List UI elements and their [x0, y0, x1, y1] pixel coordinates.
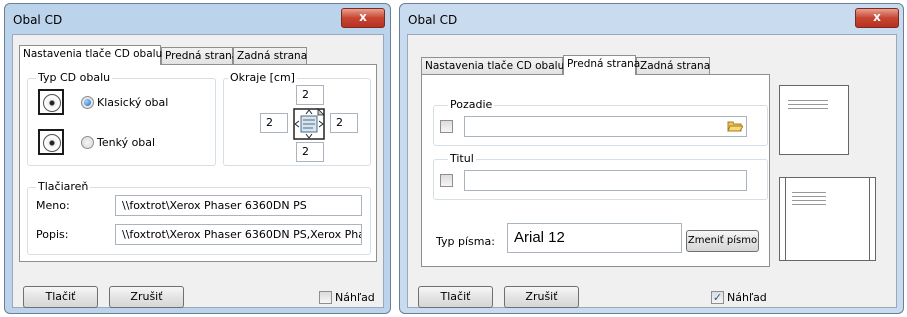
- cancel-button[interactable]: Zrušiť: [109, 286, 184, 308]
- title-text-field[interactable]: [464, 170, 747, 191]
- tab-front-side[interactable]: Predná strana: [563, 55, 640, 75]
- background-group: Pozadie: [433, 98, 768, 146]
- preview-text-lines: [792, 192, 826, 206]
- printer-description-field[interactable]: \\foxtrot\Xerox Phaser 6360DN PS,Xerox P…: [115, 224, 362, 245]
- tab-print-settings[interactable]: Nastavenia tlače CD obalu: [421, 57, 564, 74]
- title-bar[interactable]: Obal CD x: [400, 4, 903, 34]
- classic-case-icon: [38, 89, 64, 115]
- folder-open-icon[interactable]: [727, 119, 743, 133]
- cd-type-legend: Typ CD obalu: [36, 71, 113, 84]
- tab-back-side[interactable]: Zadná strana: [233, 47, 307, 64]
- tab-back-side[interactable]: Zadná strana: [636, 57, 710, 74]
- tab-panel: Typ CD obalu Klasický obal Tenký obal Ok…: [19, 64, 377, 262]
- preview-label[interactable]: Náhľad: [727, 291, 767, 304]
- dialog-front-side: Obal CD x Nastavenia tlače CD obalu Pred…: [399, 3, 904, 314]
- back-cover-preview: [779, 177, 876, 261]
- title-group: Titul: [433, 152, 768, 200]
- cd-type-group: Typ CD obalu Klasický obal Tenký obal: [27, 71, 216, 166]
- preview-checkbox[interactable]: [319, 291, 332, 304]
- page-margins-icon: [293, 108, 325, 140]
- tab-front-side[interactable]: Predná strana: [161, 47, 238, 64]
- font-label: Typ písma:: [436, 235, 495, 248]
- spine-line-left: [785, 178, 786, 260]
- classic-case-radio[interactable]: [81, 96, 94, 109]
- front-cover-preview: [779, 85, 849, 155]
- dialog-print-settings: Obal CD x Nastavenia tlače CD obalu Pred…: [4, 3, 391, 314]
- background-legend: Pozadie: [448, 98, 495, 111]
- close-icon: x: [359, 10, 367, 24]
- margins-legend: Okraje [cm]: [228, 71, 297, 84]
- title-bar[interactable]: Obal CD x: [5, 4, 390, 34]
- margin-left-field[interactable]: 2: [260, 113, 288, 133]
- printer-description-label: Popis:: [36, 228, 69, 241]
- margins-group: Okraje [cm] 2 2 2 2: [223, 71, 371, 166]
- window-title: Obal CD: [408, 13, 458, 27]
- tab-panel: Pozadie Titul Typ písma: Arial 12 Zmeniť…: [421, 74, 770, 267]
- margin-top-field[interactable]: 2: [296, 85, 324, 105]
- change-font-button[interactable]: Zmeniť písmo: [686, 230, 759, 252]
- thin-case-icon: [38, 129, 64, 155]
- dialog-client-area: Nastavenia tlače CD obalu Predná strana …: [12, 34, 384, 308]
- print-button[interactable]: Tlačiť: [23, 286, 98, 308]
- close-button[interactable]: x: [855, 8, 899, 28]
- printer-group: Tlačiareň Meno: \\foxtrot\Xerox Phaser 6…: [27, 180, 371, 255]
- dialog-client-area: Nastavenia tlače CD obalu Predná strana …: [407, 34, 897, 308]
- margin-bottom-field[interactable]: 2: [296, 142, 324, 162]
- preview-checkbox[interactable]: ✓: [711, 291, 724, 304]
- thin-case-label[interactable]: Tenký obal: [97, 136, 155, 149]
- title-checkbox[interactable]: [440, 174, 453, 187]
- print-button[interactable]: Tlačiť: [418, 286, 493, 308]
- window-title: Obal CD: [13, 13, 63, 27]
- title-legend: Titul: [448, 152, 476, 165]
- font-display: Arial 12: [507, 223, 682, 253]
- margin-right-field[interactable]: 2: [330, 113, 358, 133]
- background-file-field[interactable]: [464, 116, 747, 137]
- preview-label[interactable]: Náhľad: [335, 291, 375, 304]
- preview-text-lines: [788, 100, 828, 112]
- tab-print-settings[interactable]: Nastavenia tlače CD obalu: [19, 45, 162, 65]
- spine-line-right: [869, 178, 870, 260]
- printer-legend: Tlačiareň: [36, 180, 91, 193]
- classic-case-label[interactable]: Klasický obal: [97, 96, 168, 109]
- background-checkbox[interactable]: [440, 120, 453, 133]
- close-icon: x: [873, 10, 881, 24]
- thin-case-radio[interactable]: [81, 136, 94, 149]
- close-button[interactable]: x: [341, 8, 385, 28]
- cancel-button[interactable]: Zrušiť: [504, 286, 579, 308]
- printer-name-field[interactable]: \\foxtrot\Xerox Phaser 6360DN PS: [115, 195, 362, 216]
- printer-name-label: Meno:: [36, 199, 70, 212]
